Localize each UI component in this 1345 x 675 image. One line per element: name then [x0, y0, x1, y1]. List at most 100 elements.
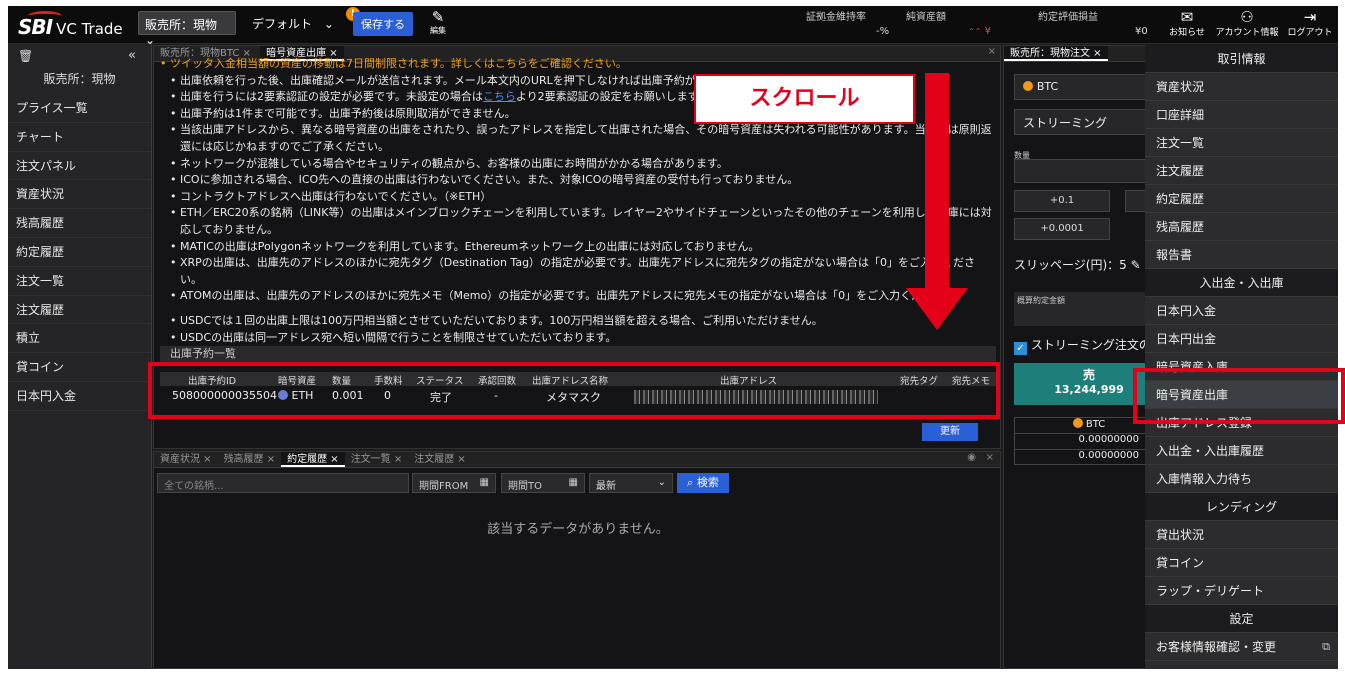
sidebar-item[interactable]: プライス一覧	[8, 94, 151, 123]
unrealized-pl-label: 約定評価損益	[1038, 12, 1098, 23]
net-assets-value: ⌃⌃ ¥	[968, 26, 991, 37]
menu-section-header: 取引情報	[1145, 45, 1338, 73]
logout-button[interactable]: ⇥ ログアウト	[1286, 9, 1334, 38]
notice-item: • MATICの出庫はPolygonネットワークを利用しています。Ethereu…	[170, 239, 760, 253]
amount-field: 概算約定金額	[1014, 292, 1147, 326]
history-tab[interactable]: 注文一覧 ×	[345, 452, 409, 467]
sidebar-item[interactable]: 貸コイン	[8, 353, 151, 382]
menu-item[interactable]: お客様情報確認・変更 ⧉	[1145, 633, 1338, 661]
calendar-icon: ▦	[479, 477, 489, 488]
search-button[interactable]: ⌕ 検索	[677, 473, 729, 493]
menu-item[interactable]: 資産状況	[1145, 73, 1338, 101]
asset-select[interactable]: BTC	[1014, 74, 1147, 100]
net-assets-label: 純資産額	[906, 12, 946, 23]
notice-button[interactable]: ✉ お知らせ	[1166, 9, 1208, 38]
scroll-arrow-shaft	[925, 73, 949, 295]
sidebar-item[interactable]: 日本円入金	[8, 382, 151, 411]
sidebar-item[interactable]: チャート	[8, 123, 151, 152]
sidebar-item[interactable]: 注文パネル	[8, 152, 151, 181]
chevron-down-icon: ⌄	[657, 477, 666, 488]
streaming-checkbox[interactable]: ✓ ストリーミング注文の	[1014, 336, 1147, 355]
refresh-button[interactable]: 更新	[922, 423, 978, 441]
edit-icon: ✎	[1130, 258, 1141, 272]
increment-0-1-button[interactable]: +0.1	[1014, 190, 1110, 212]
trend-icon: ⌃⌃	[968, 27, 982, 36]
notice-item: • ネットワークが混雑している場合やセキュリティの観点から、お客様の出庫にお時間…	[170, 156, 728, 170]
increment-0-0001-button[interactable]: +0.0001	[1014, 218, 1110, 240]
btc-icon	[1072, 418, 1083, 428]
menu-item[interactable]: 貸コイン	[1145, 549, 1338, 577]
notice-item: • XRPの出庫は、出庫先のアドレスのほかに宛先タグ（Destination T…	[170, 256, 975, 286]
collapse-sidebar-button[interactable]: «	[128, 48, 136, 63]
menu-item[interactable]: 残高履歴	[1145, 213, 1338, 241]
trash-icon[interactable]: 🗑	[18, 49, 33, 63]
brand-logo[interactable]: SBI VC Trade	[18, 11, 123, 39]
history-tab[interactable]: 約定履歴 ×	[281, 452, 345, 467]
sort-select[interactable]: 最新 ⌄	[589, 473, 673, 493]
logout-icon: ⇥	[1303, 8, 1317, 26]
symbol-search-input[interactable]: 全ての銘柄...	[157, 473, 409, 493]
notice-cut-line: • ツイッタ入金相当額の資産の移動は7日間制限されます。詳しくはこちらをご確認く…	[160, 57, 627, 70]
empty-message: 該当するデータがありません。	[487, 522, 669, 537]
notice-item: • コントラクトアドレスへ出庫は行わないでください。（※ETH）	[170, 189, 492, 203]
balance-2: 0.00000000	[1078, 450, 1139, 461]
menu-item[interactable]: 入出金・入出庫履歴	[1145, 437, 1338, 465]
menu-item[interactable]: 約定履歴	[1145, 185, 1338, 213]
notice-item: • 当該出庫アドレスから、異なる暗号資産の出庫をされたり、誤ったアドレスを指定し…	[170, 123, 992, 153]
sell-button[interactable]: 売 13,244,999	[1014, 363, 1147, 405]
menu-item[interactable]: 口座詳細	[1145, 101, 1338, 129]
layout-select[interactable]: デフォルト ⌄	[252, 15, 334, 32]
sidebar-menu: プライス一覧 チャート 注文パネル 資産状況 残高履歴 約定履歴 注文一覧 注文履歴 積立 貸コイ…	[8, 94, 151, 411]
history-tab[interactable]: 残高履歴 ×	[218, 452, 282, 467]
eye-icon[interactable]: ◉	[967, 452, 976, 463]
sidebar-item[interactable]: 資産状況	[8, 180, 151, 210]
withdraw-menu-highlight	[1133, 368, 1345, 424]
date-from-input[interactable]: 期間FROM ▦	[412, 473, 496, 493]
sidebar-item[interactable]: 残高履歴	[8, 209, 151, 238]
check-icon: ✓	[1014, 342, 1027, 355]
menu-item[interactable]: 入庫情報入力待ち	[1145, 465, 1338, 493]
notice-item: • ETH／ERC20系の銘柄（LINK等）の出庫はメインブロックチェーンを利用…	[170, 206, 992, 236]
sidebar-title: 販売所：現物	[43, 72, 116, 86]
reservation-list-title: 出庫予約一覧	[160, 346, 996, 362]
settings-link[interactable]: こちら	[483, 90, 516, 103]
menu-item[interactable]: 日本円出金	[1145, 325, 1338, 353]
menu-item[interactable]: ラップ・デリゲート	[1145, 577, 1338, 605]
menu-item[interactable]: 日本円入金	[1145, 297, 1338, 325]
notice-item: • USDCでは１回の出庫上限は100万円相当額とさせていただいております。10…	[170, 313, 823, 327]
menu-item[interactable]: 貸出状況	[1145, 521, 1338, 549]
sidebar-item[interactable]: 注文履歴	[8, 296, 151, 325]
save-layout-button[interactable]: 保存する	[353, 12, 413, 36]
order-panel: 販売所：現物注文 × BTC ストリーミング 数量 +0.1 +0.0001 ス…	[1003, 45, 1148, 669]
scroll-arrow-head	[906, 288, 968, 330]
sidebar-item[interactable]: 約定履歴	[8, 238, 151, 267]
menu-item[interactable]: 報告書	[1145, 241, 1338, 269]
reservation-table-highlight	[148, 362, 1000, 419]
account-button[interactable]: ⚇ アカウント情報	[1215, 9, 1279, 38]
market-select[interactable]: 販売所：現物 ⌄	[138, 11, 236, 47]
menu-item[interactable]: 注文履歴	[1145, 157, 1338, 185]
chevron-down-icon: ⌄	[323, 17, 334, 31]
btc-icon	[1023, 81, 1033, 91]
external-link-icon: ⧉	[1322, 640, 1330, 653]
close-icon[interactable]: ×	[986, 452, 994, 463]
mode-select[interactable]: ストリーミング	[1014, 109, 1147, 135]
history-tabs: ◉ × 資産状況 × 残高履歴 × 約定履歴 × 注文一覧 × 注文履歴 ×	[154, 452, 1000, 468]
notice-item: • ATOMの出庫は、出庫先のアドレスのほかに宛先メモ（Memo）の指定が必要で…	[170, 289, 956, 303]
sidebar-item[interactable]: 注文一覧	[8, 267, 151, 296]
slippage-setting[interactable]: スリッページ(円)：5 ✎	[1014, 256, 1141, 273]
edit-button[interactable]: ✎ 編集	[422, 9, 454, 36]
unrealized-pl-value: ¥0	[1135, 26, 1148, 37]
top-bar: SBIVC Trade 販売所：現物 ⌄ デフォルト ⌄ ! 保存する ✎編集 …	[8, 6, 1338, 47]
scroll-callout: スクロール	[694, 74, 915, 124]
history-tab[interactable]: 注文履歴 ×	[408, 452, 472, 467]
user-icon: ⚇	[1240, 8, 1254, 26]
sidebar-item[interactable]: 積立	[8, 324, 151, 354]
tab-market-order[interactable]: 販売所：現物注文 ×	[1004, 46, 1108, 61]
balance-box: BTC 0.00000000 0.00000000	[1014, 417, 1147, 465]
qty-input[interactable]	[1014, 159, 1147, 183]
history-panel: ◉ × 資産状況 × 残高履歴 × 約定履歴 × 注文一覧 × 注文履歴 × 全ての銘柄…	[153, 451, 1001, 669]
history-tab[interactable]: 資産状況 ×	[154, 452, 218, 467]
menu-item[interactable]: 注文一覧	[1145, 129, 1338, 157]
date-to-input[interactable]: 期間TO ▦	[501, 473, 585, 493]
